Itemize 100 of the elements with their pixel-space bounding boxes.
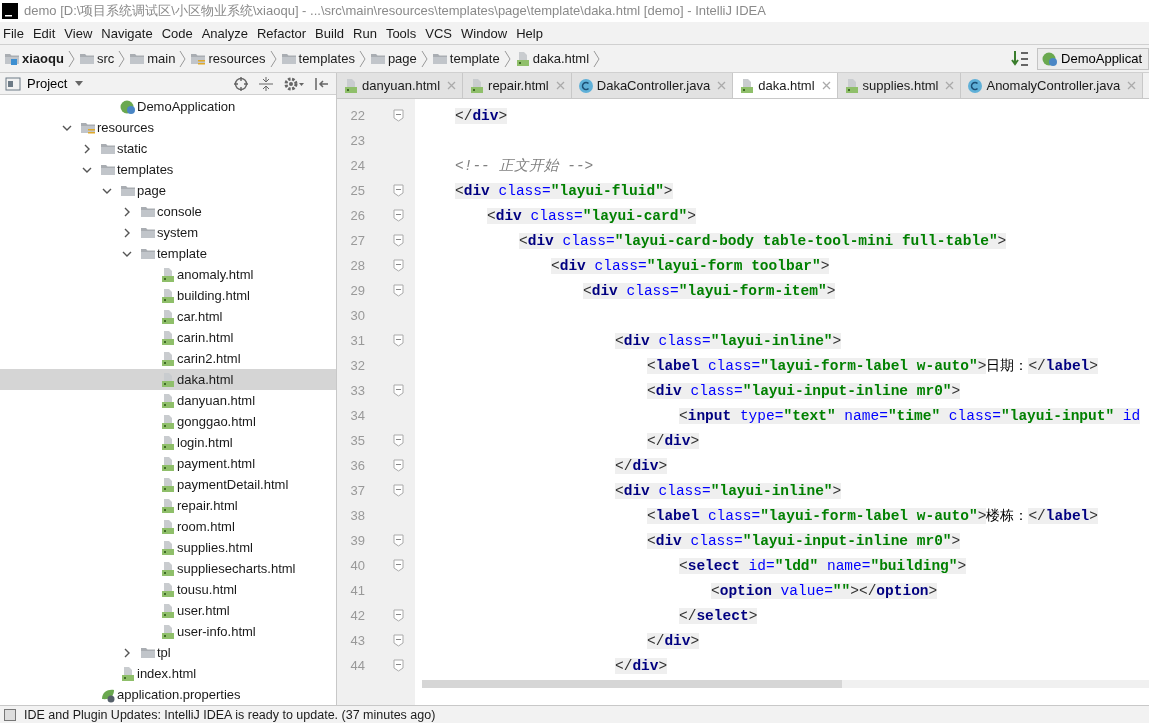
editor-tab[interactable]: repair.html — [463, 73, 572, 98]
menu-item[interactable]: View — [64, 25, 93, 41]
fold-marker-icon[interactable] — [392, 334, 404, 347]
tree-item[interactable]: DemoApplication — [120, 98, 236, 115]
editor-tab[interactable]: AnomalyController.java — [961, 73, 1144, 98]
breadcrumb-item[interactable]: resources — [190, 50, 266, 67]
html-file-icon — [160, 434, 176, 451]
breadcrumb-item[interactable]: templates — [280, 50, 355, 67]
close-icon[interactable] — [1127, 81, 1137, 90]
tree-item[interactable]: building.html — [160, 287, 250, 304]
editor-tab[interactable]: daka.html — [733, 73, 838, 98]
collapse-all-icon[interactable] — [258, 75, 274, 92]
fold-marker-icon[interactable] — [392, 609, 404, 622]
breadcrumb-item[interactable]: xiaoqu — [4, 50, 64, 67]
tree-item[interactable]: tousu.html — [160, 581, 237, 598]
selected-row[interactable]: daka.html — [0, 369, 336, 390]
fold-marker-icon[interactable] — [392, 634, 404, 647]
tree-item[interactable]: templates — [100, 161, 174, 178]
close-icon[interactable] — [717, 81, 727, 90]
fold-marker-icon[interactable] — [392, 434, 404, 447]
fold-marker-icon[interactable] — [392, 459, 404, 472]
fold-marker-icon[interactable] — [392, 184, 404, 197]
tree-item[interactable]: daka.html — [160, 371, 234, 388]
tree-item[interactable]: car.html — [160, 308, 223, 325]
close-icon[interactable] — [447, 81, 457, 90]
editor-tab[interactable]: supplies.html — [837, 73, 962, 98]
tree-item[interactable]: application.properties — [100, 686, 241, 703]
fold-marker-icon[interactable] — [392, 284, 404, 297]
tree-item[interactable]: paymentDetail.html — [160, 476, 289, 493]
tree-item[interactable]: index.html — [120, 665, 197, 682]
menu-item[interactable]: Tools — [385, 25, 417, 41]
fold-marker-icon[interactable] — [392, 259, 404, 272]
tree-item[interactable]: supplies.html — [160, 539, 253, 556]
tree-item[interactable]: repair.html — [160, 497, 238, 514]
menu-item[interactable]: Analyze — [201, 25, 248, 41]
editor-tab[interactable]: DakaController.java — [571, 73, 734, 98]
breadcrumb-item[interactable]: page — [369, 50, 417, 67]
html-file-icon — [160, 308, 176, 325]
project-icon — [5, 75, 21, 92]
breadcrumb-item[interactable]: daka.html — [514, 50, 590, 67]
tree-item[interactable]: system — [140, 224, 199, 241]
menu-item[interactable]: Run — [353, 25, 377, 41]
menu-item[interactable]: File — [3, 25, 24, 41]
html-file-icon — [160, 266, 176, 283]
menu-item[interactable]: Navigate — [101, 25, 153, 41]
tree-item[interactable]: carin2.html — [160, 350, 241, 367]
fold-marker-icon[interactable] — [392, 384, 404, 397]
breadcrumb-item[interactable]: template — [431, 50, 500, 67]
tree-item[interactable]: suppliesecharts.html — [160, 560, 296, 577]
line-number: 33 — [349, 383, 365, 398]
fold-marker-icon[interactable] — [392, 109, 404, 122]
tree-item[interactable]: tpl — [140, 644, 171, 661]
tree-item[interactable]: user.html — [160, 602, 230, 619]
tree-item[interactable]: gonggao.html — [160, 413, 256, 430]
run-configuration-button[interactable]: DemoApplicat — [1037, 47, 1149, 70]
tree-item[interactable]: danyuan.html — [160, 392, 256, 409]
close-icon[interactable] — [555, 81, 565, 90]
tree-item[interactable]: page — [120, 182, 166, 199]
breadcrumb-item[interactable]: src — [78, 50, 115, 67]
tree-item[interactable]: template — [140, 245, 207, 262]
fold-marker-icon[interactable] — [392, 559, 404, 572]
fold-marker-icon[interactable] — [392, 659, 404, 672]
fold-marker-icon[interactable] — [392, 534, 404, 547]
menu-item[interactable]: Refactor — [256, 25, 307, 41]
fold-marker-icon[interactable] — [392, 209, 404, 222]
project-view-dropdown[interactable]: Project — [25, 76, 86, 91]
html-file-icon — [739, 77, 756, 94]
menu-item[interactable]: Code — [161, 25, 193, 41]
close-icon[interactable] — [945, 81, 955, 90]
hide-panel-icon[interactable] — [314, 75, 330, 92]
line-number: 26 — [349, 208, 365, 223]
html-file-icon — [160, 329, 176, 346]
code-line: </div> — [647, 632, 700, 649]
panel-toggle-icon[interactable] — [4, 708, 16, 721]
settings-icon[interactable] — [283, 75, 305, 92]
fold-marker-icon[interactable] — [392, 484, 404, 497]
close-icon[interactable] — [821, 81, 831, 90]
scrollbar-thumb[interactable] — [422, 680, 842, 688]
tree-item[interactable]: user-info.html — [160, 623, 256, 640]
tree-item[interactable]: static — [100, 140, 148, 157]
line-number: 22 — [349, 108, 365, 123]
menu-item[interactable]: VCS — [425, 25, 452, 41]
tree-item[interactable]: login.html — [160, 434, 233, 451]
editor-tab[interactable]: danyuan.html — [337, 73, 464, 98]
tree-item[interactable]: resources — [80, 119, 155, 136]
menu-item[interactable]: Help — [516, 25, 543, 41]
tree-item[interactable]: room.html — [160, 518, 235, 535]
menu-item[interactable]: Window — [460, 25, 508, 41]
tree-item[interactable]: anomaly.html — [160, 266, 254, 283]
menu-item[interactable]: Edit — [32, 25, 56, 41]
locate-icon[interactable] — [233, 75, 249, 92]
tree-item[interactable]: carin.html — [160, 329, 234, 346]
breadcrumb-item[interactable]: main — [129, 50, 176, 67]
menu-item[interactable]: Build — [315, 25, 344, 41]
fold-marker-icon[interactable] — [392, 234, 404, 247]
tree-item[interactable]: payment.html — [160, 455, 256, 472]
tree-item[interactable]: console — [140, 203, 202, 220]
html-file-icon — [160, 623, 176, 640]
code-line: <div class="layui-input-inline mr0"> — [647, 382, 961, 399]
html-file-icon — [160, 455, 176, 472]
